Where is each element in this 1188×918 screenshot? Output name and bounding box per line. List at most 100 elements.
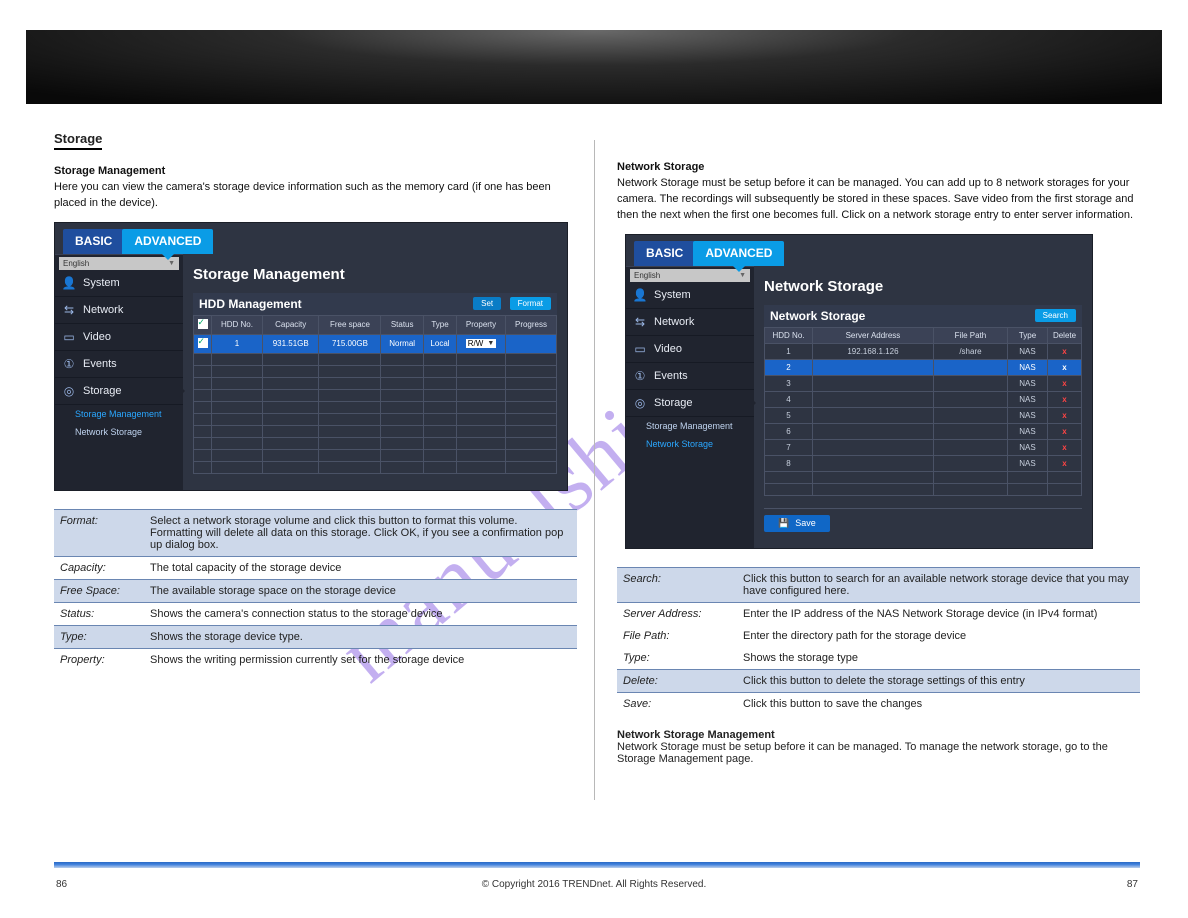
row-checkbox[interactable]	[198, 338, 208, 348]
tab-basic[interactable]: BASIC	[634, 241, 695, 266]
sidebar-sub-storage-mgmt[interactable]: Storage Management	[55, 405, 183, 423]
save-button[interactable]: 💾 Save	[764, 515, 830, 532]
chevron-down-icon: ▼	[168, 260, 175, 267]
cell-path	[933, 439, 1007, 455]
table-row-empty	[194, 353, 557, 365]
cell-path	[933, 391, 1007, 407]
desc-val: The available storage space on the stora…	[144, 579, 577, 602]
set-button[interactable]: Set	[473, 297, 501, 310]
table-row[interactable]: 2 NASx	[765, 359, 1082, 375]
delete-button[interactable]: x	[1048, 391, 1082, 407]
table-row[interactable]: 7NASx	[765, 439, 1082, 455]
property-select[interactable]: R/W▼	[466, 339, 497, 348]
desc-key: Search:	[617, 567, 737, 602]
storage-mgmt-title: Storage Management	[54, 165, 165, 177]
sidebar-sub-network-storage[interactable]: Network Storage	[626, 435, 754, 453]
sidebar-item-system[interactable]: 👤System	[626, 282, 754, 309]
screenshot-network-storage: BASIC ADVANCED English ▼ 👤System ⇆Networ…	[625, 234, 1093, 549]
intro-storage-management: Storage Management Here you can view the…	[54, 164, 577, 212]
note-title: Network Storage Management	[617, 729, 775, 741]
sidebar-item-system[interactable]: 👤System	[55, 270, 183, 297]
page-number-right: 87	[1127, 879, 1138, 890]
cell-hdd-no: 1	[212, 334, 263, 353]
table-row[interactable]: 5NASx	[765, 407, 1082, 423]
col-status: Status	[381, 315, 423, 334]
desc-val: Shows the storage device type.	[144, 625, 577, 648]
desc-key: Capacity:	[54, 556, 144, 579]
tab-basic[interactable]: BASIC	[63, 229, 124, 254]
cell-type: NAS	[1008, 359, 1048, 375]
delete-button[interactable]: x	[1048, 455, 1082, 471]
cell-capacity: 931.51GB	[262, 334, 319, 353]
cell-type: Local	[423, 334, 456, 353]
cell-addr	[813, 423, 934, 439]
table-row-empty	[194, 377, 557, 389]
desc-key: Property:	[54, 648, 144, 671]
delete-button[interactable]: x	[1048, 423, 1082, 439]
tab-advanced[interactable]: ADVANCED	[693, 241, 784, 266]
sidebar-item-events[interactable]: ①Events	[626, 363, 754, 390]
desc-key: Type:	[54, 625, 144, 648]
desc-val: Select a network storage volume and clic…	[144, 509, 577, 556]
delete-button[interactable]: x	[1048, 407, 1082, 423]
desc-table-left: Format:Select a network storage volume a…	[54, 509, 577, 671]
sidebar-item-storage[interactable]: ◎Storage	[626, 390, 754, 417]
sidebar-item-network[interactable]: ⇆Network	[626, 309, 754, 336]
section-heading-storage: Storage	[54, 131, 102, 150]
table-row[interactable]: 1 931.51GB 715.00GB Normal Local R/W▼	[194, 334, 557, 353]
page-title: Network Storage	[764, 278, 1082, 295]
sidebar-item-network[interactable]: ⇆Network	[55, 297, 183, 324]
col-hdd-no: HDD No.	[212, 315, 263, 334]
sidebar-item-video[interactable]: ▭Video	[626, 336, 754, 363]
sidebar-sub-storage-mgmt[interactable]: Storage Management	[626, 417, 754, 435]
table-row[interactable]: 1192.168.1.126/shareNASx	[765, 343, 1082, 359]
col-free-space: Free space	[319, 315, 381, 334]
table-row[interactable]: 6NASx	[765, 423, 1082, 439]
chevron-down-icon: ▼	[487, 340, 494, 347]
desc-val: Click this button to delete the storage …	[737, 669, 1140, 692]
delete-button[interactable]: x	[1048, 439, 1082, 455]
select-all-checkbox[interactable]	[198, 319, 208, 329]
delete-button[interactable]: x	[1048, 375, 1082, 391]
cell-type: NAS	[1008, 407, 1048, 423]
delete-button[interactable]: x	[1048, 359, 1082, 375]
cell-addr	[813, 439, 934, 455]
cell-type: NAS	[1008, 391, 1048, 407]
format-button[interactable]: Format	[510, 297, 551, 310]
cell-type: NAS	[1008, 439, 1048, 455]
cell-no: 2	[765, 359, 813, 375]
tab-advanced[interactable]: ADVANCED	[122, 229, 213, 254]
chevron-down-icon: ▼	[739, 272, 746, 279]
sidebar-item-label: Video	[83, 331, 111, 343]
floppy-icon: 💾	[778, 518, 789, 529]
table-row[interactable]: 4NASx	[765, 391, 1082, 407]
col-type: Type	[1008, 327, 1048, 343]
table-row-empty	[194, 401, 557, 413]
desc-key: File Path:	[617, 625, 737, 647]
user-icon: 👤	[632, 288, 648, 302]
col-property: Property	[457, 315, 506, 334]
sidebar-item-label: Events	[83, 358, 117, 370]
sidebar-sub-network-storage[interactable]: Network Storage	[55, 423, 183, 441]
panel-title: HDD Management	[199, 297, 302, 311]
sidebar-item-video[interactable]: ▭Video	[55, 324, 183, 351]
cell-type: NAS	[1008, 343, 1048, 359]
sidebar-item-storage[interactable]: ◎Storage	[55, 378, 183, 405]
page-title: Storage Management	[193, 266, 557, 283]
search-button[interactable]: Search	[1035, 309, 1076, 322]
sidebar-item-events[interactable]: ①Events	[55, 351, 183, 378]
sidebar-item-label: Events	[654, 370, 688, 382]
hdd-table: HDD No. Capacity Free space Status Type …	[193, 315, 557, 474]
cell-addr	[813, 359, 934, 375]
table-row[interactable]: 3NASx	[765, 375, 1082, 391]
cell-no: 8	[765, 455, 813, 471]
cell-type: NAS	[1008, 423, 1048, 439]
storage-mgmt-desc: Here you can view the camera's storage d…	[54, 181, 551, 209]
cell-addr	[813, 391, 934, 407]
network-storage-desc: Network Storage must be setup before it …	[617, 177, 1133, 221]
delete-button[interactable]: x	[1048, 343, 1082, 359]
table-row-empty	[194, 461, 557, 473]
table-row[interactable]: 8NASx	[765, 455, 1082, 471]
cell-path	[933, 407, 1007, 423]
disk-icon: ◎	[632, 396, 648, 410]
